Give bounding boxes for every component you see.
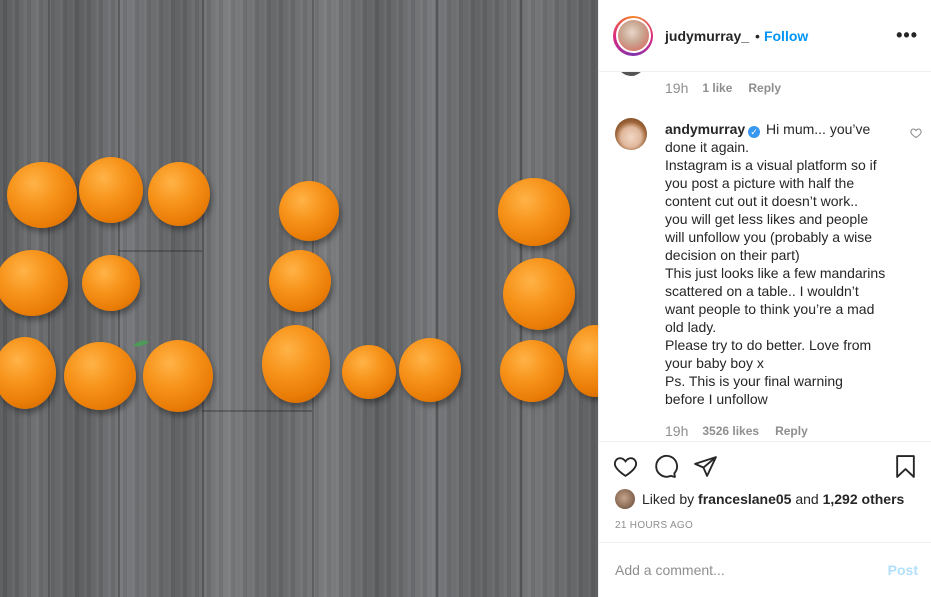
comment-likes[interactable]: 1 like xyxy=(702,81,732,95)
post-photo[interactable] xyxy=(0,0,598,597)
add-comment-bar: Post xyxy=(599,542,931,597)
comment-line: will unfollow you (probably a wise xyxy=(665,229,872,245)
comment-line: Hi mum... you’ve xyxy=(766,121,871,137)
liker-username[interactable]: franceslane05 xyxy=(698,491,791,507)
orange xyxy=(148,162,210,226)
orange xyxy=(79,157,143,223)
share-icon[interactable] xyxy=(693,454,718,479)
plank-seam xyxy=(202,0,204,597)
orange xyxy=(503,258,575,330)
post-timestamp[interactable]: 21 hours ago xyxy=(615,520,693,531)
comment-line: This just looks like a few mandarins xyxy=(665,265,886,281)
comment-line: your baby boy x xyxy=(665,355,764,371)
avatar-image xyxy=(615,18,651,53)
orange xyxy=(279,181,339,241)
orange xyxy=(269,250,331,312)
plank-seam xyxy=(436,0,438,597)
others-count[interactable]: 1,292 others xyxy=(823,491,905,507)
comment-line: content cut out it doesn’t work.. xyxy=(665,193,858,209)
post-modal: judymurray_ • Follow ••• 19h 1 like Repl… xyxy=(0,0,931,597)
verified-badge-icon: ✓ xyxy=(748,126,761,138)
orange xyxy=(342,345,396,399)
plank-seam xyxy=(202,410,312,412)
comment-icon[interactable] xyxy=(653,454,678,479)
orange xyxy=(399,338,461,402)
comment-line: scattered on a table.. I wouldn’t xyxy=(665,283,859,299)
plank-seam xyxy=(118,250,202,252)
previous-comment-meta: 19h 1 like Reply xyxy=(665,80,781,96)
orange xyxy=(498,178,570,246)
post-sidebar: judymurray_ • Follow ••• 19h 1 like Repl… xyxy=(598,0,931,597)
comment-line: before I unfollow xyxy=(665,391,768,407)
commenter-username[interactable]: andymurray xyxy=(665,121,745,137)
orange xyxy=(262,325,330,403)
liked-by-and: and xyxy=(795,491,819,507)
comment-line: decision on their part) xyxy=(665,247,800,263)
reply-button[interactable]: Reply xyxy=(748,81,781,95)
comment-time[interactable]: 19h xyxy=(665,80,688,96)
comment-meta: 19h 3526 likes Reply xyxy=(665,423,808,439)
follow-button[interactable]: Follow xyxy=(764,28,808,44)
comment-line: you post a picture with half the xyxy=(665,175,855,191)
comment-line: Ps. This is your final warning xyxy=(665,373,843,389)
comment-body: andymurray ✓ Hi mum... you’ve done it aga… xyxy=(665,120,905,408)
action-bar xyxy=(613,454,918,480)
comment-line: Please try to do better. Love from xyxy=(665,337,872,353)
orange xyxy=(500,340,564,402)
comment-line: old lady. xyxy=(665,319,717,335)
orange xyxy=(82,255,140,311)
liked-by-prefix: Liked by xyxy=(642,491,695,507)
previous-comment-avatar[interactable] xyxy=(617,72,645,76)
post-comment-button[interactable]: Post xyxy=(888,562,918,578)
comment-line: you will get less likes and people xyxy=(665,211,869,227)
comment-line: Instagram is a visual platform so if xyxy=(665,157,877,173)
comment-line: done it again. xyxy=(665,139,750,155)
comment-likes[interactable]: 3526 likes xyxy=(702,424,759,438)
commenter-avatar[interactable] xyxy=(615,118,647,150)
post-header: judymurray_ • Follow ••• xyxy=(599,0,931,72)
author-username[interactable]: judymurray_ xyxy=(665,28,749,44)
separator-dot: • xyxy=(755,27,760,44)
orange xyxy=(64,342,136,410)
like-comment-heart-icon[interactable] xyxy=(910,127,922,139)
orange xyxy=(143,340,213,412)
reply-button[interactable]: Reply xyxy=(775,424,808,438)
heart-icon[interactable] xyxy=(613,454,638,479)
comment-time[interactable]: 19h xyxy=(665,423,688,439)
bookmark-icon[interactable] xyxy=(893,454,918,479)
liker-avatar[interactable] xyxy=(615,489,635,509)
liked-by: Liked by franceslane05 and 1,292 others xyxy=(615,489,904,509)
comments-list[interactable]: 19h 1 like Reply andymurray ✓ Hi mum... y… xyxy=(599,72,931,442)
author-avatar[interactable] xyxy=(613,15,653,56)
orange xyxy=(7,162,77,228)
comment-line: want people to think you’re a mad xyxy=(665,301,875,317)
more-options-icon[interactable]: ••• xyxy=(896,26,918,44)
comment-input[interactable] xyxy=(615,562,888,578)
